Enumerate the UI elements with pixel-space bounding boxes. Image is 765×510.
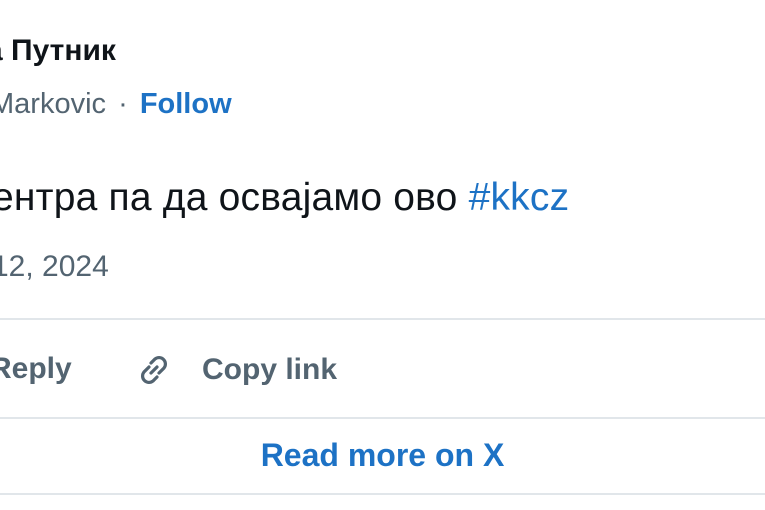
author-display-name[interactable]: а Путник: [0, 34, 116, 68]
divider-top: [0, 318, 765, 320]
divider-middle: [0, 417, 765, 419]
reply-button[interactable]: Reply: [0, 352, 72, 386]
read-more-on-x-link[interactable]: Read more on X: [0, 437, 765, 474]
handle-separator: ·: [118, 88, 128, 120]
tweet-body-text: ентра па да освајамо ово: [0, 176, 469, 219]
author-handle[interactable]: Markovic: [0, 88, 106, 120]
embedded-tweet-card: а Путник Markovic · Follow ентра па да о…: [0, 0, 765, 510]
copy-link-button[interactable]: Copy link: [132, 347, 337, 393]
tweet-text: ентра па да освајамо ово #kkcz: [0, 176, 569, 220]
hashtag-link[interactable]: #kkcz: [469, 176, 570, 219]
link-icon: [132, 348, 176, 392]
divider-bottom: [0, 493, 765, 495]
copy-link-label: Copy link: [202, 353, 338, 386]
follow-link[interactable]: Follow: [140, 88, 232, 120]
tweet-date[interactable]: 12, 2024: [0, 250, 109, 284]
author-handle-row: Markovic · Follow: [0, 88, 232, 121]
